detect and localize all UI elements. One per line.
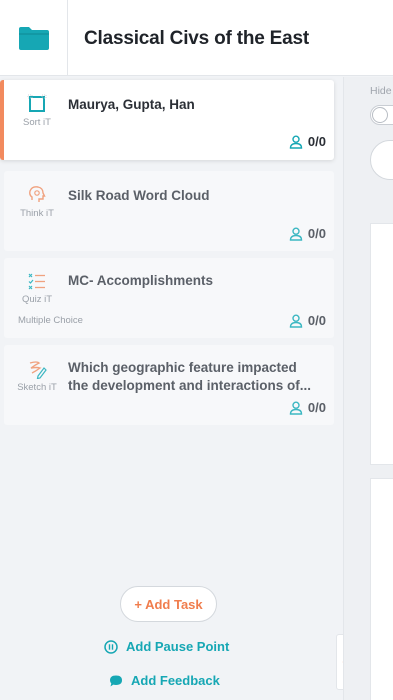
detail-pane: Hide xyxy=(344,77,393,700)
detail-panel-top xyxy=(370,223,393,465)
response-count: 0/0 xyxy=(289,226,326,241)
user-icon xyxy=(289,400,303,415)
task-card-think[interactable]: Think iT Silk Road Word Cloud 0/0 xyxy=(4,171,334,251)
sort-icon xyxy=(27,94,47,112)
question-type-label: Multiple Choice xyxy=(18,315,83,326)
task-type-badge: Think iT xyxy=(4,185,70,219)
page-title: Classical Civs of the East xyxy=(84,28,310,49)
task-type-label: Think iT xyxy=(20,208,54,219)
add-feedback-label: Add Feedback xyxy=(131,673,220,688)
task-type-label: Quiz iT xyxy=(21,294,53,305)
add-feedback-button[interactable]: Add Feedback xyxy=(109,673,220,688)
task-card-sketch[interactable]: Sketch iT Which geographic feature impac… xyxy=(4,345,334,425)
user-icon xyxy=(289,313,303,328)
response-count-value: 0/0 xyxy=(307,313,326,328)
toggle-knob xyxy=(372,107,388,123)
task-type-badge: Quiz iT xyxy=(4,271,70,305)
task-title: Silk Road Word Cloud xyxy=(68,188,210,203)
add-task-button[interactable]: + Add Task xyxy=(120,586,217,622)
user-icon xyxy=(289,134,303,149)
hide-toggle[interactable] xyxy=(370,105,393,125)
folder-icon xyxy=(18,27,49,50)
quiz-icon xyxy=(28,273,45,290)
task-title: Which geographic feature impacted the de… xyxy=(68,360,312,393)
task-title: Maurya, Gupta, Han xyxy=(68,97,195,112)
add-pause-point-label: Add Pause Point xyxy=(126,639,230,654)
task-card-quiz[interactable]: Quiz iT MC- Accomplishments Multiple Cho… xyxy=(4,258,334,338)
detail-pill-button[interactable] xyxy=(370,140,393,180)
pause-icon xyxy=(104,639,118,654)
response-count: 0/0 xyxy=(289,400,326,415)
response-count-value: 0/0 xyxy=(307,226,326,241)
task-type-label: Sketch iT xyxy=(17,382,57,393)
folder-button[interactable] xyxy=(0,0,68,76)
user-icon xyxy=(289,226,303,241)
think-icon xyxy=(29,186,46,202)
task-type-badge: Sketch iT xyxy=(4,359,70,393)
task-card-sort[interactable]: Sort iT Maurya, Gupta, Han 0/0 xyxy=(0,80,334,160)
response-count: 0/0 xyxy=(289,134,326,149)
add-pause-point-button[interactable]: Add Pause Point xyxy=(104,639,229,654)
response-count-value: 0/0 xyxy=(307,134,326,149)
task-type-label: Sort iT xyxy=(23,117,51,128)
task-type-badge: Sort iT xyxy=(4,94,70,128)
chat-bubble-icon xyxy=(110,675,122,686)
sketch-icon xyxy=(29,361,47,379)
header: Classical Civs of the East xyxy=(0,0,393,76)
response-count: 0/0 xyxy=(289,313,326,328)
task-title: MC- Accomplishments xyxy=(68,273,214,288)
detail-panel-bottom xyxy=(370,478,393,700)
response-count-value: 0/0 xyxy=(307,400,326,415)
hide-label: Hide xyxy=(370,85,392,97)
